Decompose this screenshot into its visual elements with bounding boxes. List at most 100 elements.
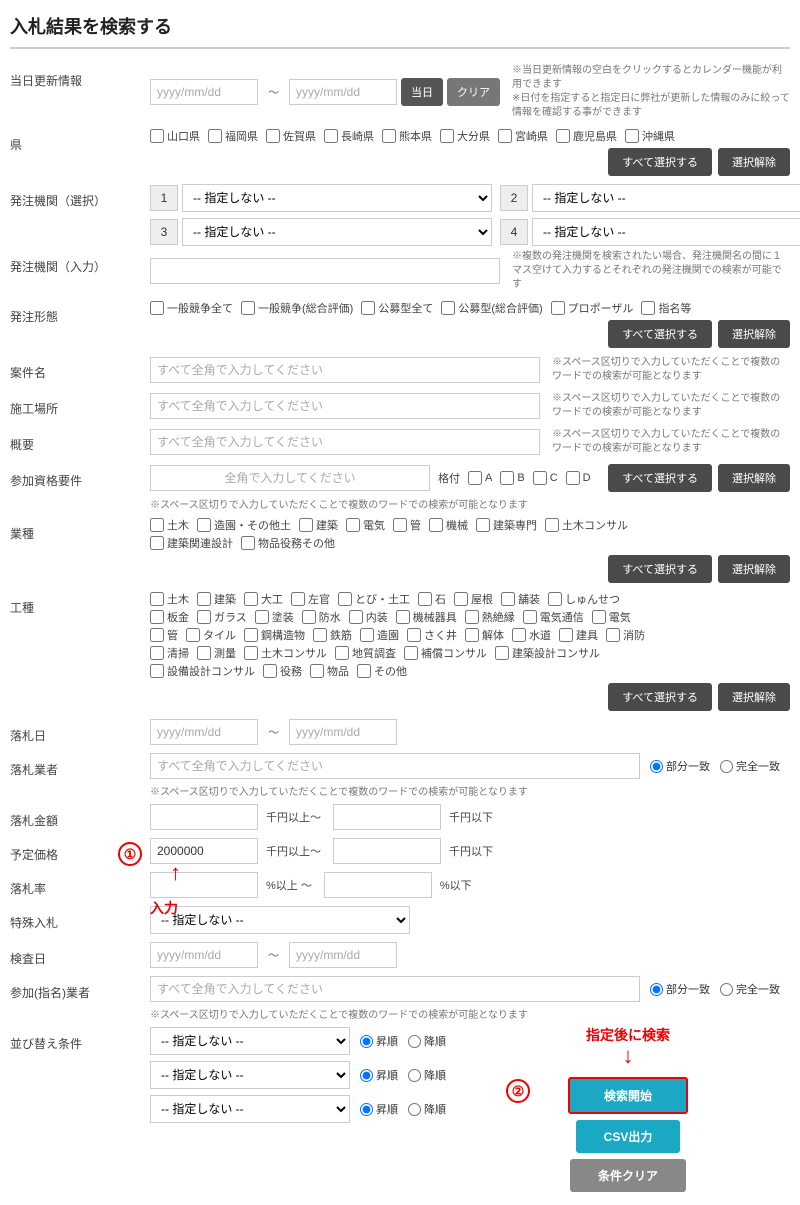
deselect-button[interactable]: 選択解除 (718, 148, 790, 176)
org-select-4[interactable]: -- 指定しない -- (532, 218, 800, 246)
worktype-checkbox-1[interactable] (197, 592, 211, 606)
inspect-date-from[interactable] (150, 942, 258, 968)
sort2-asc[interactable] (360, 1069, 373, 1082)
special-select[interactable]: -- 指定しない -- (150, 906, 410, 934)
sort1-asc[interactable] (360, 1035, 373, 1048)
worktype-checkbox-23[interactable] (407, 628, 421, 642)
today-button[interactable]: 当日 (401, 78, 443, 106)
worktype-checkbox-33[interactable] (495, 646, 509, 660)
grade-checkbox-3[interactable] (566, 471, 580, 485)
worktype-checkbox-2[interactable] (244, 592, 258, 606)
deselect-button[interactable]: 選択解除 (718, 683, 790, 711)
sort3-asc[interactable] (360, 1103, 373, 1116)
award-amount-to[interactable] (333, 804, 441, 830)
bidtype-checkbox-1[interactable] (241, 301, 255, 315)
worktype-checkbox-34[interactable] (150, 664, 164, 678)
sort3-desc[interactable] (408, 1103, 421, 1116)
worktype-checkbox-5[interactable] (418, 592, 432, 606)
industry-checkbox-2[interactable] (299, 518, 313, 532)
industry-checkbox-4[interactable] (393, 518, 407, 532)
industry-checkbox-3[interactable] (346, 518, 360, 532)
award-date-from[interactable] (150, 719, 258, 745)
pref-checkbox-2[interactable] (266, 129, 280, 143)
worktype-checkbox-8[interactable] (548, 592, 562, 606)
industry-checkbox-1[interactable] (197, 518, 211, 532)
worktype-checkbox-16[interactable] (523, 610, 537, 624)
worktype-checkbox-3[interactable] (291, 592, 305, 606)
worktype-checkbox-19[interactable] (186, 628, 200, 642)
est-price-from[interactable] (150, 838, 258, 864)
worktype-checkbox-11[interactable] (255, 610, 269, 624)
grade-checkbox-1[interactable] (500, 471, 514, 485)
bidtype-checkbox-5[interactable] (641, 301, 655, 315)
org-input[interactable] (150, 258, 500, 284)
pref-checkbox-7[interactable] (556, 129, 570, 143)
inspect-date-to[interactable] (289, 942, 397, 968)
industry-checkbox-0[interactable] (150, 518, 164, 532)
pref-checkbox-5[interactable] (440, 129, 454, 143)
worktype-checkbox-21[interactable] (313, 628, 327, 642)
award-rate-to[interactable] (324, 872, 432, 898)
select-all-button[interactable]: すべて選択する (608, 683, 712, 711)
worktype-checkbox-26[interactable] (559, 628, 573, 642)
pref-checkbox-8[interactable] (625, 129, 639, 143)
nominate-exact-radio[interactable] (720, 983, 733, 996)
worktype-checkbox-36[interactable] (310, 664, 324, 678)
worktype-checkbox-9[interactable] (150, 610, 164, 624)
worktype-checkbox-12[interactable] (302, 610, 316, 624)
worktype-checkbox-15[interactable] (465, 610, 479, 624)
industry-checkbox-8[interactable] (150, 536, 164, 550)
nominate-partial-radio[interactable] (650, 983, 663, 996)
est-price-to[interactable] (333, 838, 441, 864)
vendor-exact-radio[interactable] (720, 760, 733, 773)
worktype-checkbox-0[interactable] (150, 592, 164, 606)
search-button[interactable]: 検索開始 (568, 1077, 688, 1114)
select-all-button[interactable]: すべて選択する (608, 148, 712, 176)
deselect-button[interactable]: 選択解除 (718, 464, 790, 492)
worktype-checkbox-31[interactable] (335, 646, 349, 660)
vendor-partial-radio[interactable] (650, 760, 663, 773)
location-input[interactable] (150, 393, 540, 419)
industry-checkbox-9[interactable] (241, 536, 255, 550)
bidtype-checkbox-4[interactable] (551, 301, 565, 315)
sort-select-2[interactable]: -- 指定しない -- (150, 1061, 350, 1089)
pref-checkbox-3[interactable] (324, 129, 338, 143)
deselect-button[interactable]: 選択解除 (718, 555, 790, 583)
csv-button[interactable]: CSV出力 (576, 1120, 681, 1153)
worktype-checkbox-37[interactable] (357, 664, 371, 678)
pref-checkbox-0[interactable] (150, 129, 164, 143)
select-all-button[interactable]: すべて選択する (608, 320, 712, 348)
worktype-checkbox-14[interactable] (396, 610, 410, 624)
pref-checkbox-6[interactable] (498, 129, 512, 143)
clear-cond-button[interactable]: 条件クリア (570, 1159, 686, 1192)
pref-checkbox-1[interactable] (208, 129, 222, 143)
clear-button[interactable]: クリア (447, 78, 500, 106)
summary-input[interactable] (150, 429, 540, 455)
industry-checkbox-5[interactable] (429, 518, 443, 532)
org-select-2[interactable]: -- 指定しない -- (532, 184, 800, 212)
qual-input[interactable] (150, 465, 430, 491)
worktype-checkbox-35[interactable] (263, 664, 277, 678)
worktype-checkbox-28[interactable] (150, 646, 164, 660)
pref-checkbox-4[interactable] (382, 129, 396, 143)
worktype-checkbox-27[interactable] (606, 628, 620, 642)
worktype-checkbox-32[interactable] (404, 646, 418, 660)
sort-select-3[interactable]: -- 指定しない -- (150, 1095, 350, 1123)
bidtype-checkbox-0[interactable] (150, 301, 164, 315)
worktype-checkbox-6[interactable] (454, 592, 468, 606)
sort1-desc[interactable] (408, 1035, 421, 1048)
org-select-3[interactable]: -- 指定しない -- (182, 218, 492, 246)
worktype-checkbox-30[interactable] (244, 646, 258, 660)
worktype-checkbox-4[interactable] (338, 592, 352, 606)
sort2-desc[interactable] (408, 1069, 421, 1082)
grade-checkbox-0[interactable] (468, 471, 482, 485)
industry-checkbox-7[interactable] (545, 518, 559, 532)
grade-checkbox-2[interactable] (533, 471, 547, 485)
case-name-input[interactable] (150, 357, 540, 383)
worktype-checkbox-24[interactable] (465, 628, 479, 642)
industry-checkbox-6[interactable] (476, 518, 490, 532)
select-all-button[interactable]: すべて選択する (608, 464, 712, 492)
award-amount-from[interactable] (150, 804, 258, 830)
worktype-checkbox-25[interactable] (512, 628, 526, 642)
award-vendor-input[interactable] (150, 753, 640, 779)
